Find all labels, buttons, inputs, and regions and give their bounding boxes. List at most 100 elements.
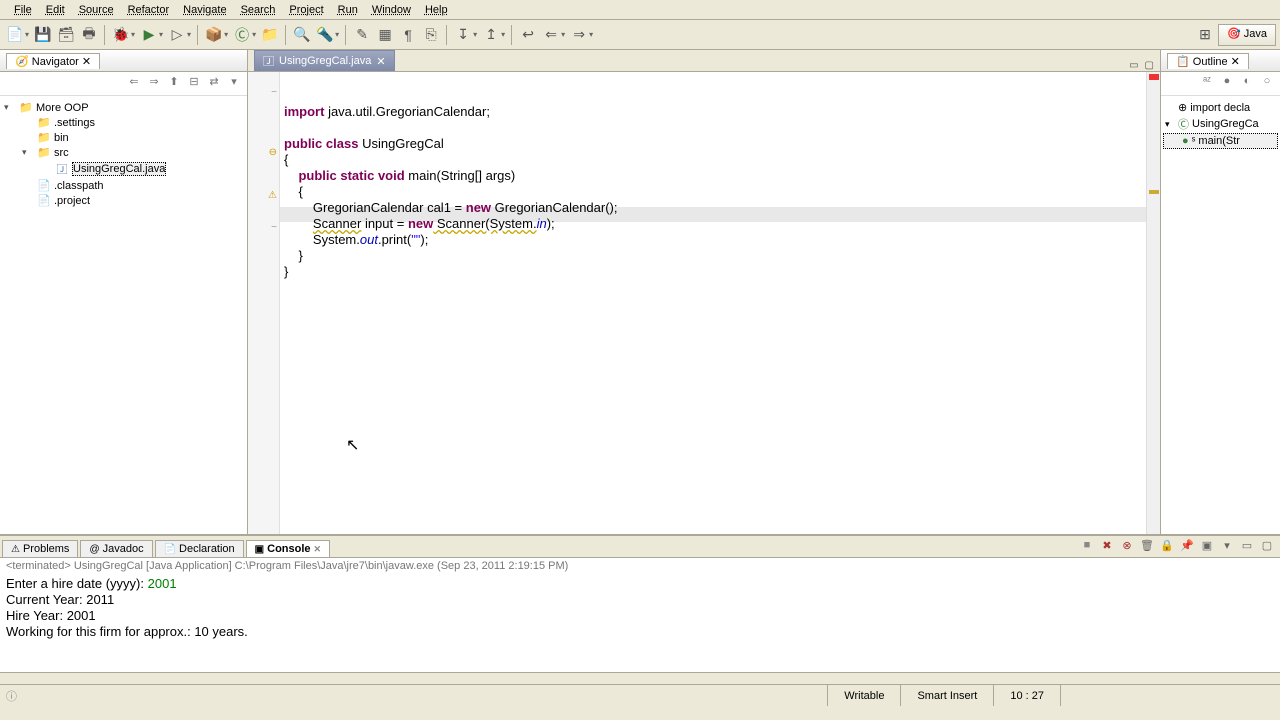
nav-back-icon[interactable]: ⇐: [125, 75, 143, 93]
scanner-end: );: [547, 216, 555, 231]
pin-console-icon[interactable]: 📌: [1178, 539, 1196, 557]
nav-up-icon[interactable]: ⬆: [165, 75, 183, 93]
last-edit-button[interactable]: ↩: [517, 24, 539, 46]
forward-button[interactable]: ⇒: [568, 24, 590, 46]
hide-fields-icon[interactable]: ●: [1218, 75, 1236, 93]
kw-import: import: [284, 104, 324, 119]
maximize-panel-icon[interactable]: ▢: [1258, 539, 1276, 557]
maximize-icon[interactable]: ▢: [1143, 60, 1156, 71]
view-menu-icon[interactable]: ▾: [225, 75, 243, 93]
next-annotation-button[interactable]: ↧: [452, 24, 474, 46]
navigator-view: 🧭 Navigator ✕ ⇐ ⇒ ⬆ ⊟ ⇄ ▾ ▾📁More OOP 📁.s…: [0, 50, 248, 534]
minimize-panel-icon[interactable]: ▭: [1238, 539, 1256, 557]
new-folder-button[interactable]: 📁: [259, 24, 281, 46]
back-button[interactable]: ⇐: [540, 24, 562, 46]
debug-button[interactable]: 🐞: [110, 24, 132, 46]
console-close-icon[interactable]: ✕: [314, 544, 322, 555]
console-label: Console: [267, 543, 310, 555]
kw-new2: new: [408, 216, 433, 231]
save-all-button[interactable]: 🗃: [55, 24, 77, 46]
menu-project[interactable]: Project: [283, 2, 329, 18]
declaration-tab[interactable]: 📄Declaration: [155, 540, 244, 557]
sort-icon[interactable]: ᵃᶻ: [1198, 75, 1216, 93]
hide-nonpublic-icon[interactable]: ○: [1258, 75, 1276, 93]
tree-project[interactable]: ▾📁More OOP: [2, 100, 245, 115]
menu-help[interactable]: Help: [419, 2, 454, 18]
navigator-tab[interactable]: 🧭 Navigator ✕: [6, 53, 100, 69]
link-editor-icon[interactable]: ⇄: [205, 75, 223, 93]
scanner-var: input =: [361, 216, 408, 231]
sysout2: .print(: [378, 232, 411, 247]
problems-tab[interactable]: ⚠Problems: [2, 540, 78, 557]
menu-search[interactable]: Search: [235, 2, 282, 18]
prev-annotation-button[interactable]: ↥: [480, 24, 502, 46]
hide-static-icon[interactable]: ◐: [1238, 75, 1256, 93]
minimize-icon[interactable]: ▭: [1127, 60, 1140, 71]
classname: UsingGregCal: [358, 136, 443, 151]
tree-settings[interactable]: 📁.settings: [2, 115, 245, 130]
open-type-button[interactable]: 🔍: [291, 24, 313, 46]
run-button[interactable]: ▶: [138, 24, 160, 46]
menu-edit[interactable]: Edit: [40, 2, 71, 18]
brace-close: }: [298, 248, 302, 263]
menu-window[interactable]: Window: [366, 2, 417, 18]
tree-classpath[interactable]: 📄.classpath: [2, 178, 245, 193]
status-position: 10 : 27: [993, 685, 1060, 706]
editor-tab[interactable]: 🄹 UsingGregCal.java ✕: [254, 50, 395, 71]
clear-console-icon[interactable]: 🗑: [1138, 539, 1156, 557]
tree-java-file[interactable]: 🄹UsingGregCal.java: [2, 160, 245, 178]
nav-forward-icon[interactable]: ⇒: [145, 75, 163, 93]
menu-refactor[interactable]: Refactor: [122, 2, 176, 18]
show-whitespace-button[interactable]: ⎘: [420, 24, 442, 46]
save-button[interactable]: 💾: [32, 24, 54, 46]
run-last-button[interactable]: ▷: [166, 24, 188, 46]
console-description: <terminated> UsingGregCal [Java Applicat…: [0, 558, 1280, 574]
terminate-icon[interactable]: ■: [1078, 539, 1096, 557]
tree-bin[interactable]: 📁bin: [2, 130, 245, 145]
brace-open: {: [284, 152, 288, 167]
editor-area: 🄹 UsingGregCal.java ✕ ▭ ▢ − ⊖ ⚠ − import…: [248, 50, 1160, 534]
outline-import[interactable]: ⊕import decla: [1163, 100, 1278, 115]
system-in: in: [537, 216, 547, 231]
outline-main[interactable]: ●ˢmain(Str: [1163, 133, 1278, 149]
javadoc-tab[interactable]: @Javadoc: [80, 540, 152, 557]
scroll-lock-icon[interactable]: 🔒: [1158, 539, 1176, 557]
open-perspective-button[interactable]: ⊞: [1194, 24, 1216, 46]
search-button[interactable]: 🔦: [314, 24, 336, 46]
sysout3: );: [420, 232, 428, 247]
toggle-mark-button[interactable]: ✎: [351, 24, 373, 46]
menu-run[interactable]: Run: [332, 2, 364, 18]
kw-void: void: [378, 168, 405, 183]
console-output[interactable]: Enter a hire date (yyyy): 2001 Current Y…: [0, 574, 1280, 672]
tree-src[interactable]: ▾📁src: [2, 145, 245, 160]
console-tab[interactable]: ▣Console✕: [246, 540, 330, 557]
open-console-icon[interactable]: ▾: [1218, 539, 1236, 557]
split-handle[interactable]: [0, 672, 1280, 684]
scanner-decl: Scanner: [313, 216, 361, 231]
overview-ruler[interactable]: [1146, 72, 1160, 534]
new-package-button[interactable]: 📦: [203, 24, 225, 46]
status-icon: ⓘ: [0, 688, 23, 704]
close-icon[interactable]: ✕: [376, 55, 385, 68]
menu-navigate[interactable]: Navigate: [177, 2, 232, 18]
new-class-button[interactable]: Ⓒ: [231, 24, 253, 46]
toggle-block-button[interactable]: ▦: [374, 24, 396, 46]
status-empty: [1060, 685, 1280, 706]
collapse-all-icon[interactable]: ⊟: [185, 75, 203, 93]
scanner-ctor: Scanner(System.: [433, 216, 536, 231]
menu-source[interactable]: Source: [73, 2, 120, 18]
projectfile-label: .project: [54, 195, 90, 207]
tree-projectfile[interactable]: 📄.project: [2, 193, 245, 208]
code-editor[interactable]: − ⊖ ⚠ − import java.util.GregorianCalend…: [248, 72, 1160, 534]
outline-class[interactable]: ▾ⒸUsingGregCa: [1163, 115, 1278, 133]
toggle-whitespace-button[interactable]: ¶: [397, 24, 419, 46]
remove-all-icon[interactable]: ⊗: [1118, 539, 1136, 557]
menu-file[interactable]: File: [8, 2, 38, 18]
outline-tab[interactable]: 📋 Outline ✕: [1167, 53, 1249, 69]
outline-title: Outline: [1193, 56, 1228, 68]
java-perspective-button[interactable]: 🎯 Java: [1218, 24, 1276, 46]
print-button[interactable]: 🖶: [78, 24, 100, 46]
remove-launch-icon[interactable]: ✖: [1098, 539, 1116, 557]
display-console-icon[interactable]: ▣: [1198, 539, 1216, 557]
new-button[interactable]: 📄: [4, 24, 26, 46]
